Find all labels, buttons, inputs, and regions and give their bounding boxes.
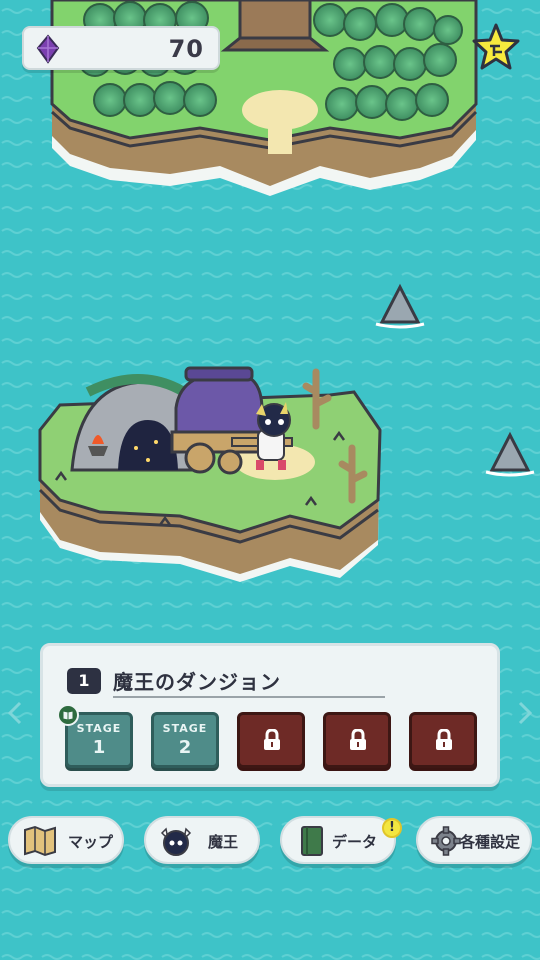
chevron-left-icon[interactable] — [6, 700, 26, 726]
stage-select-panel: 1 魔王のダンジョン STAGE 1 STAGE 2 — [40, 643, 500, 787]
stage-number: 1 — [92, 737, 106, 758]
locked-stage-button[interactable] — [409, 712, 477, 768]
locked-stage-button[interactable] — [237, 712, 305, 768]
lock-icon — [436, 729, 452, 750]
locked-stage-button[interactable] — [323, 712, 391, 768]
map-button[interactable]: マップ — [8, 816, 124, 864]
notification-badge: ! — [382, 818, 402, 838]
lock-icon — [350, 729, 366, 750]
settings-label: 各種設定 — [460, 833, 521, 851]
title-divider — [113, 696, 385, 698]
world-number: 1 — [67, 668, 101, 694]
stage-number: 2 — [178, 737, 192, 758]
lock-icon — [264, 729, 280, 750]
book-icon — [57, 704, 79, 726]
purple-gem-icon — [36, 34, 60, 64]
data-label: データ — [332, 833, 378, 851]
demon-king-label: 魔王 — [208, 833, 239, 851]
world-title: 魔王のダンジョン — [113, 670, 281, 694]
star-icon[interactable] — [470, 22, 522, 72]
stage-label: STAGE — [76, 722, 122, 735]
demon-king-button[interactable]: 魔王 — [144, 816, 260, 864]
stage-2-button[interactable]: STAGE 2 — [151, 712, 219, 768]
map-icon — [24, 825, 56, 857]
data-button[interactable]: データ — [280, 816, 396, 864]
map-label: マップ — [68, 833, 114, 851]
chevron-right-icon[interactable] — [514, 700, 534, 726]
gem-counter: 70 — [22, 26, 220, 70]
book-icon — [301, 826, 323, 856]
gem-count: 70 — [168, 35, 204, 63]
settings-button[interactable]: 各種設定 — [416, 816, 532, 864]
demon-king-icon — [160, 827, 192, 856]
stage-label: STAGE — [162, 722, 208, 735]
